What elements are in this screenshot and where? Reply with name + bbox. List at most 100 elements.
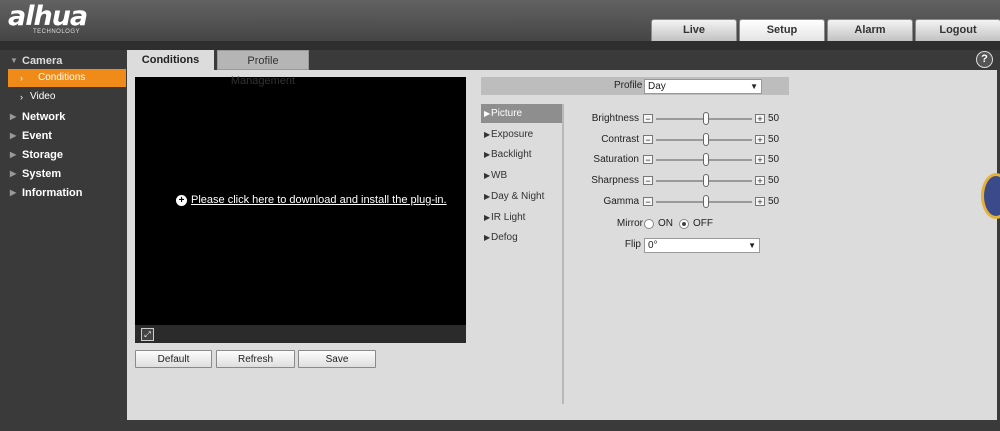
chevron-right-icon: › [20,92,23,102]
collapsed-arrow-icon: ▶ [10,169,17,178]
brightness-value: 50 [768,113,780,124]
sidebar-item-storage[interactable]: ▶ Storage [0,146,127,164]
tab-live[interactable]: Live [651,19,737,41]
menu-item-label: Defog [491,232,518,244]
decrease-button[interactable]: − [643,134,653,144]
brand-logo: alhua [8,1,88,32]
expanded-arrow-icon: ▼ [10,56,18,65]
sidebar-item-conditions[interactable]: › Conditions [8,69,126,87]
sidebar-item-camera[interactable]: ▼ Camera [0,52,127,70]
sidebar-item-label: Storage [22,149,63,161]
contrast-label: Contrast [601,133,639,145]
sidebar-item-label: Network [22,111,66,123]
slider-thumb[interactable] [703,132,709,146]
sidebar-item-label: Information [22,187,83,199]
slider-row-saturation: Saturation − +50 [563,152,779,168]
decrease-button[interactable]: − [643,196,653,206]
caret-right-icon: ▶ [484,191,491,201]
menu-item-wb[interactable]: ▶ WB [481,166,562,185]
menu-item-label: WB [491,170,508,182]
tab-conditions[interactable]: Conditions [127,50,214,70]
menu-divider [562,104,564,404]
sidebar-item-event[interactable]: ▶ Event [0,127,127,145]
menu-item-picture[interactable]: ▶ Picture [481,104,562,123]
slider-thumb[interactable] [703,153,709,167]
side-widget[interactable] [981,173,1000,219]
contrast-value: 50 [768,133,780,145]
slider-thumb[interactable] [703,174,709,188]
video-preview: + Please click here to download and insta… [135,77,466,343]
sharpness-label: Sharpness [591,175,639,187]
refresh-button[interactable]: Refresh [216,350,295,368]
menu-item-label: Day & Night [491,190,545,202]
plus-circle-icon: + [176,195,187,206]
increase-button[interactable]: + [755,134,765,144]
increase-button[interactable]: + [755,176,765,186]
mirror-on-radio[interactable] [644,219,654,230]
flip-row: Flip 0° ▼ [563,237,763,253]
collapsed-arrow-icon: ▶ [10,188,17,197]
decrease-button[interactable]: − [643,176,653,186]
tab-logout[interactable]: Logout [915,19,1000,41]
profile-select[interactable]: Day ▼ [644,79,762,94]
brand-logo-subtitle: TECHNOLOGY [33,29,81,35]
flip-select[interactable]: 0° ▼ [644,238,760,253]
sidebar: ▼ Camera › Conditions › Video ▶ Network … [0,50,127,431]
increase-button[interactable]: + [755,155,765,165]
tab-alarm[interactable]: Alarm [827,19,913,41]
sidebar-item-system[interactable]: ▶ System [0,165,127,183]
increase-button[interactable]: + [755,196,765,206]
menu-item-defog[interactable]: ▶ Defog [481,228,562,247]
video-toolbar: ⤢ [135,325,466,343]
profile-bar: Profile Day ▼ [481,77,789,95]
plugin-download-text: Please click here to download and instal… [191,194,447,206]
caret-right-icon: ▶ [484,129,491,139]
tab-setup[interactable]: Setup [739,19,825,41]
decrease-button[interactable]: − [643,114,653,124]
main-nav-tabs: Live Setup Alarm Logout [651,19,1000,41]
sidebar-item-video[interactable]: › Video [0,88,126,106]
default-button[interactable]: Default [135,350,212,368]
caret-right-icon: ▶ [484,109,491,118]
content-tabs: Conditions Profile Management [127,50,309,87]
mirror-off-radio[interactable] [679,219,689,230]
menu-item-label: Exposure [491,128,534,140]
caret-right-icon: ▶ [484,233,491,243]
profile-select-value: Day [648,81,666,92]
plugin-download-link[interactable]: + Please click here to download and insta… [176,194,447,206]
collapsed-arrow-icon: ▶ [10,112,17,121]
mirror-on-label: ON [658,218,673,230]
slider-thumb[interactable] [703,112,709,125]
main-content: Conditions Profile Management ? + Please … [127,50,1000,420]
increase-button[interactable]: + [755,114,765,124]
save-button[interactable]: Save [298,350,376,368]
sharpness-value: 50 [768,175,780,187]
decrease-button[interactable]: − [643,155,653,165]
mirror-label: Mirror [616,218,643,229]
sidebar-item-information[interactable]: ▶ Information [0,184,127,202]
menu-item-day-night[interactable]: ▶ Day & Night [481,187,562,206]
menu-item-label: IR Light [491,211,526,223]
sidebar-item-label: Conditions [38,72,86,83]
sidebar-item-label: Video [30,91,56,102]
caret-right-icon: ▶ [484,171,491,181]
flip-select-value: 0° [648,240,658,251]
mirror-off-label: OFF [693,218,713,230]
sidebar-item-network[interactable]: ▶ Network [0,108,127,126]
menu-item-label: Picture [491,108,523,119]
menu-item-backlight[interactable]: ▶ Backlight [481,145,562,164]
chevron-down-icon: ▼ [748,241,756,250]
sidebar-item-label: Event [22,130,52,142]
profile-label: Profile [614,80,643,91]
slider-row-contrast: Contrast − +50 [563,132,779,148]
top-bar: alhua TECHNOLOGY Live Setup Alarm Logout [0,0,1000,41]
help-icon[interactable]: ? [976,51,993,68]
menu-item-ir-light[interactable]: ▶ IR Light [481,208,562,227]
slider-thumb[interactable] [703,194,709,208]
tab-profile-management[interactable]: Profile Management [217,50,309,87]
menu-item-exposure[interactable]: ▶ Exposure [481,125,562,144]
slider-row-brightness: Brightness − +50 [563,111,779,127]
sidebar-item-label: System [22,168,62,180]
slider-row-gamma: Gamma − +50 [563,194,779,210]
fullscreen-icon[interactable]: ⤢ [141,328,154,341]
